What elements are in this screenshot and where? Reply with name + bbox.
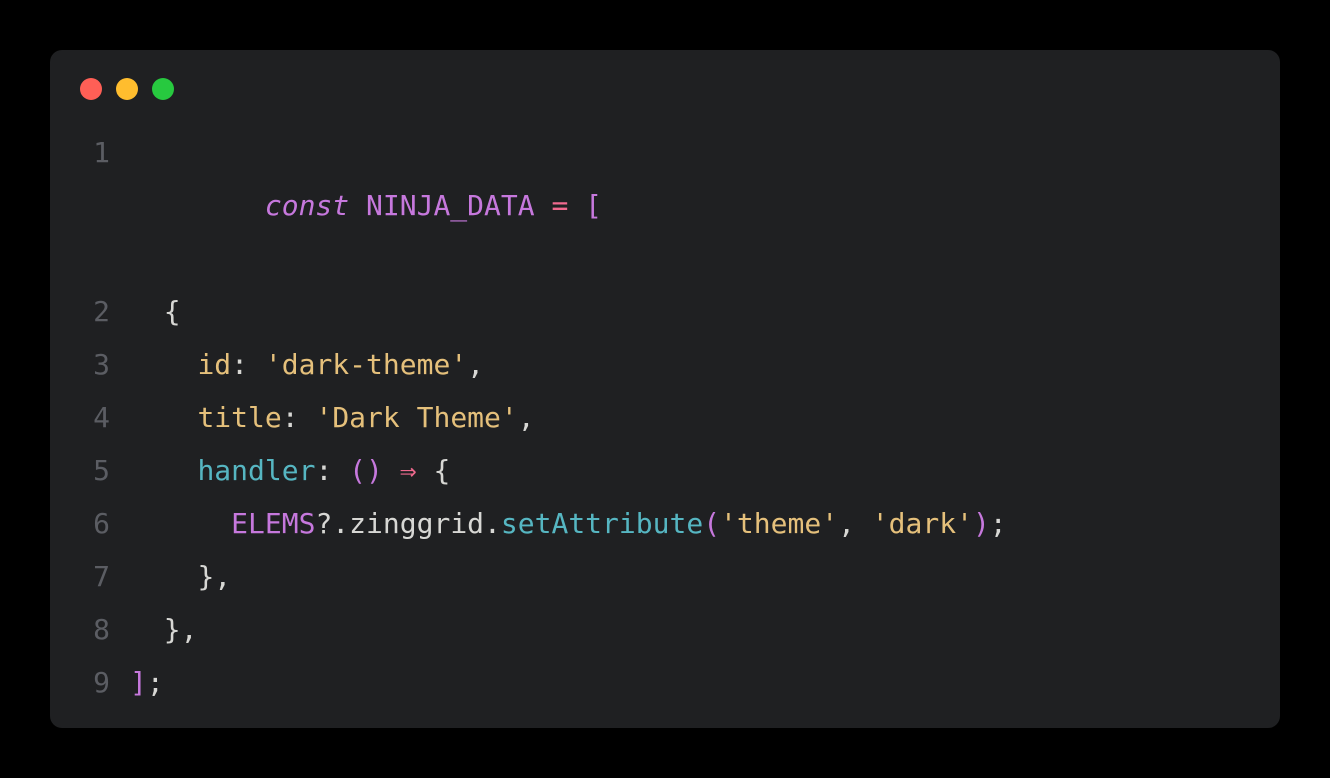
space [535, 189, 552, 222]
code-area[interactable]: 1 const NINJA_DATA = [ 2 { 3 id: 'dark-t… [50, 126, 1280, 709]
space [299, 401, 316, 434]
code-line: 9 ]; [74, 656, 1280, 709]
bracket-close: ] [130, 666, 147, 699]
code-line: 1 const NINJA_DATA = [ [74, 126, 1280, 285]
space [349, 189, 366, 222]
string: theme [737, 507, 821, 540]
zoom-icon[interactable] [152, 78, 174, 100]
indent [130, 507, 231, 540]
space [383, 454, 400, 487]
line-number: 1 [74, 126, 110, 179]
indent [130, 348, 197, 381]
window-traffic-lights [50, 68, 1280, 126]
code-window: 1 const NINJA_DATA = [ 2 { 3 id: 'dark-t… [50, 50, 1280, 728]
indent [130, 454, 197, 487]
quote: ' [872, 507, 889, 540]
line-number: 2 [74, 285, 110, 338]
equals: = [551, 189, 568, 222]
line-number: 3 [74, 338, 110, 391]
method: setAttribute [501, 507, 703, 540]
optional-chain: ?. [315, 507, 349, 540]
brace-open: { [433, 454, 450, 487]
indent [130, 295, 164, 328]
space [417, 454, 434, 487]
paren-close: ) [366, 454, 383, 487]
space [568, 189, 585, 222]
colon: : [231, 348, 248, 381]
member: zinggrid [349, 507, 484, 540]
semicolon: ; [990, 507, 1007, 540]
paren-open: ( [703, 507, 720, 540]
code-line: 6 ELEMS?.zinggrid.setAttribute('theme', … [74, 497, 1280, 550]
colon: : [282, 401, 299, 434]
comma: , [181, 613, 198, 646]
paren-open: ( [349, 454, 366, 487]
quote: ' [956, 507, 973, 540]
code-line: 8 }, [74, 603, 1280, 656]
property-key: id [197, 348, 231, 381]
space [248, 348, 265, 381]
indent [130, 613, 164, 646]
paren-close: ) [973, 507, 990, 540]
code-line: 4 title: 'Dark Theme', [74, 391, 1280, 444]
keyword-const: const [265, 189, 349, 222]
line-number: 9 [74, 656, 110, 709]
code-line: 7 }, [74, 550, 1280, 603]
brace-close: } [164, 613, 181, 646]
string: dark [889, 507, 956, 540]
quote: ' [720, 507, 737, 540]
quote: ' [501, 401, 518, 434]
minimize-icon[interactable] [116, 78, 138, 100]
string: dark-theme [282, 348, 451, 381]
brace-close: } [197, 560, 214, 593]
line-number: 7 [74, 550, 110, 603]
identifier: ELEMS [231, 507, 315, 540]
comma: , [214, 560, 231, 593]
indent [130, 401, 197, 434]
quote: ' [450, 348, 467, 381]
property-key: handler [197, 454, 315, 487]
line-number: 8 [74, 603, 110, 656]
quote: ' [821, 507, 838, 540]
code-line: 5 handler: () ⇒ { [74, 444, 1280, 497]
line-number: 6 [74, 497, 110, 550]
space [855, 507, 872, 540]
code-line: 3 id: 'dark-theme', [74, 338, 1280, 391]
space [332, 454, 349, 487]
line-number: 5 [74, 444, 110, 497]
string: Dark Theme [332, 401, 501, 434]
brace-open: { [164, 295, 181, 328]
line-number: 4 [74, 391, 110, 444]
colon: : [315, 454, 332, 487]
dot: . [484, 507, 501, 540]
comma: , [838, 507, 855, 540]
identifier: NINJA_DATA [366, 189, 535, 222]
semicolon: ; [147, 666, 164, 699]
code-line: 2 { [74, 285, 1280, 338]
bracket-open: [ [585, 189, 602, 222]
comma: , [518, 401, 535, 434]
arrow: ⇒ [400, 454, 417, 487]
close-icon[interactable] [80, 78, 102, 100]
property-key: title [197, 401, 281, 434]
comma: , [467, 348, 484, 381]
indent [130, 560, 197, 593]
quote: ' [265, 348, 282, 381]
quote: ' [315, 401, 332, 434]
